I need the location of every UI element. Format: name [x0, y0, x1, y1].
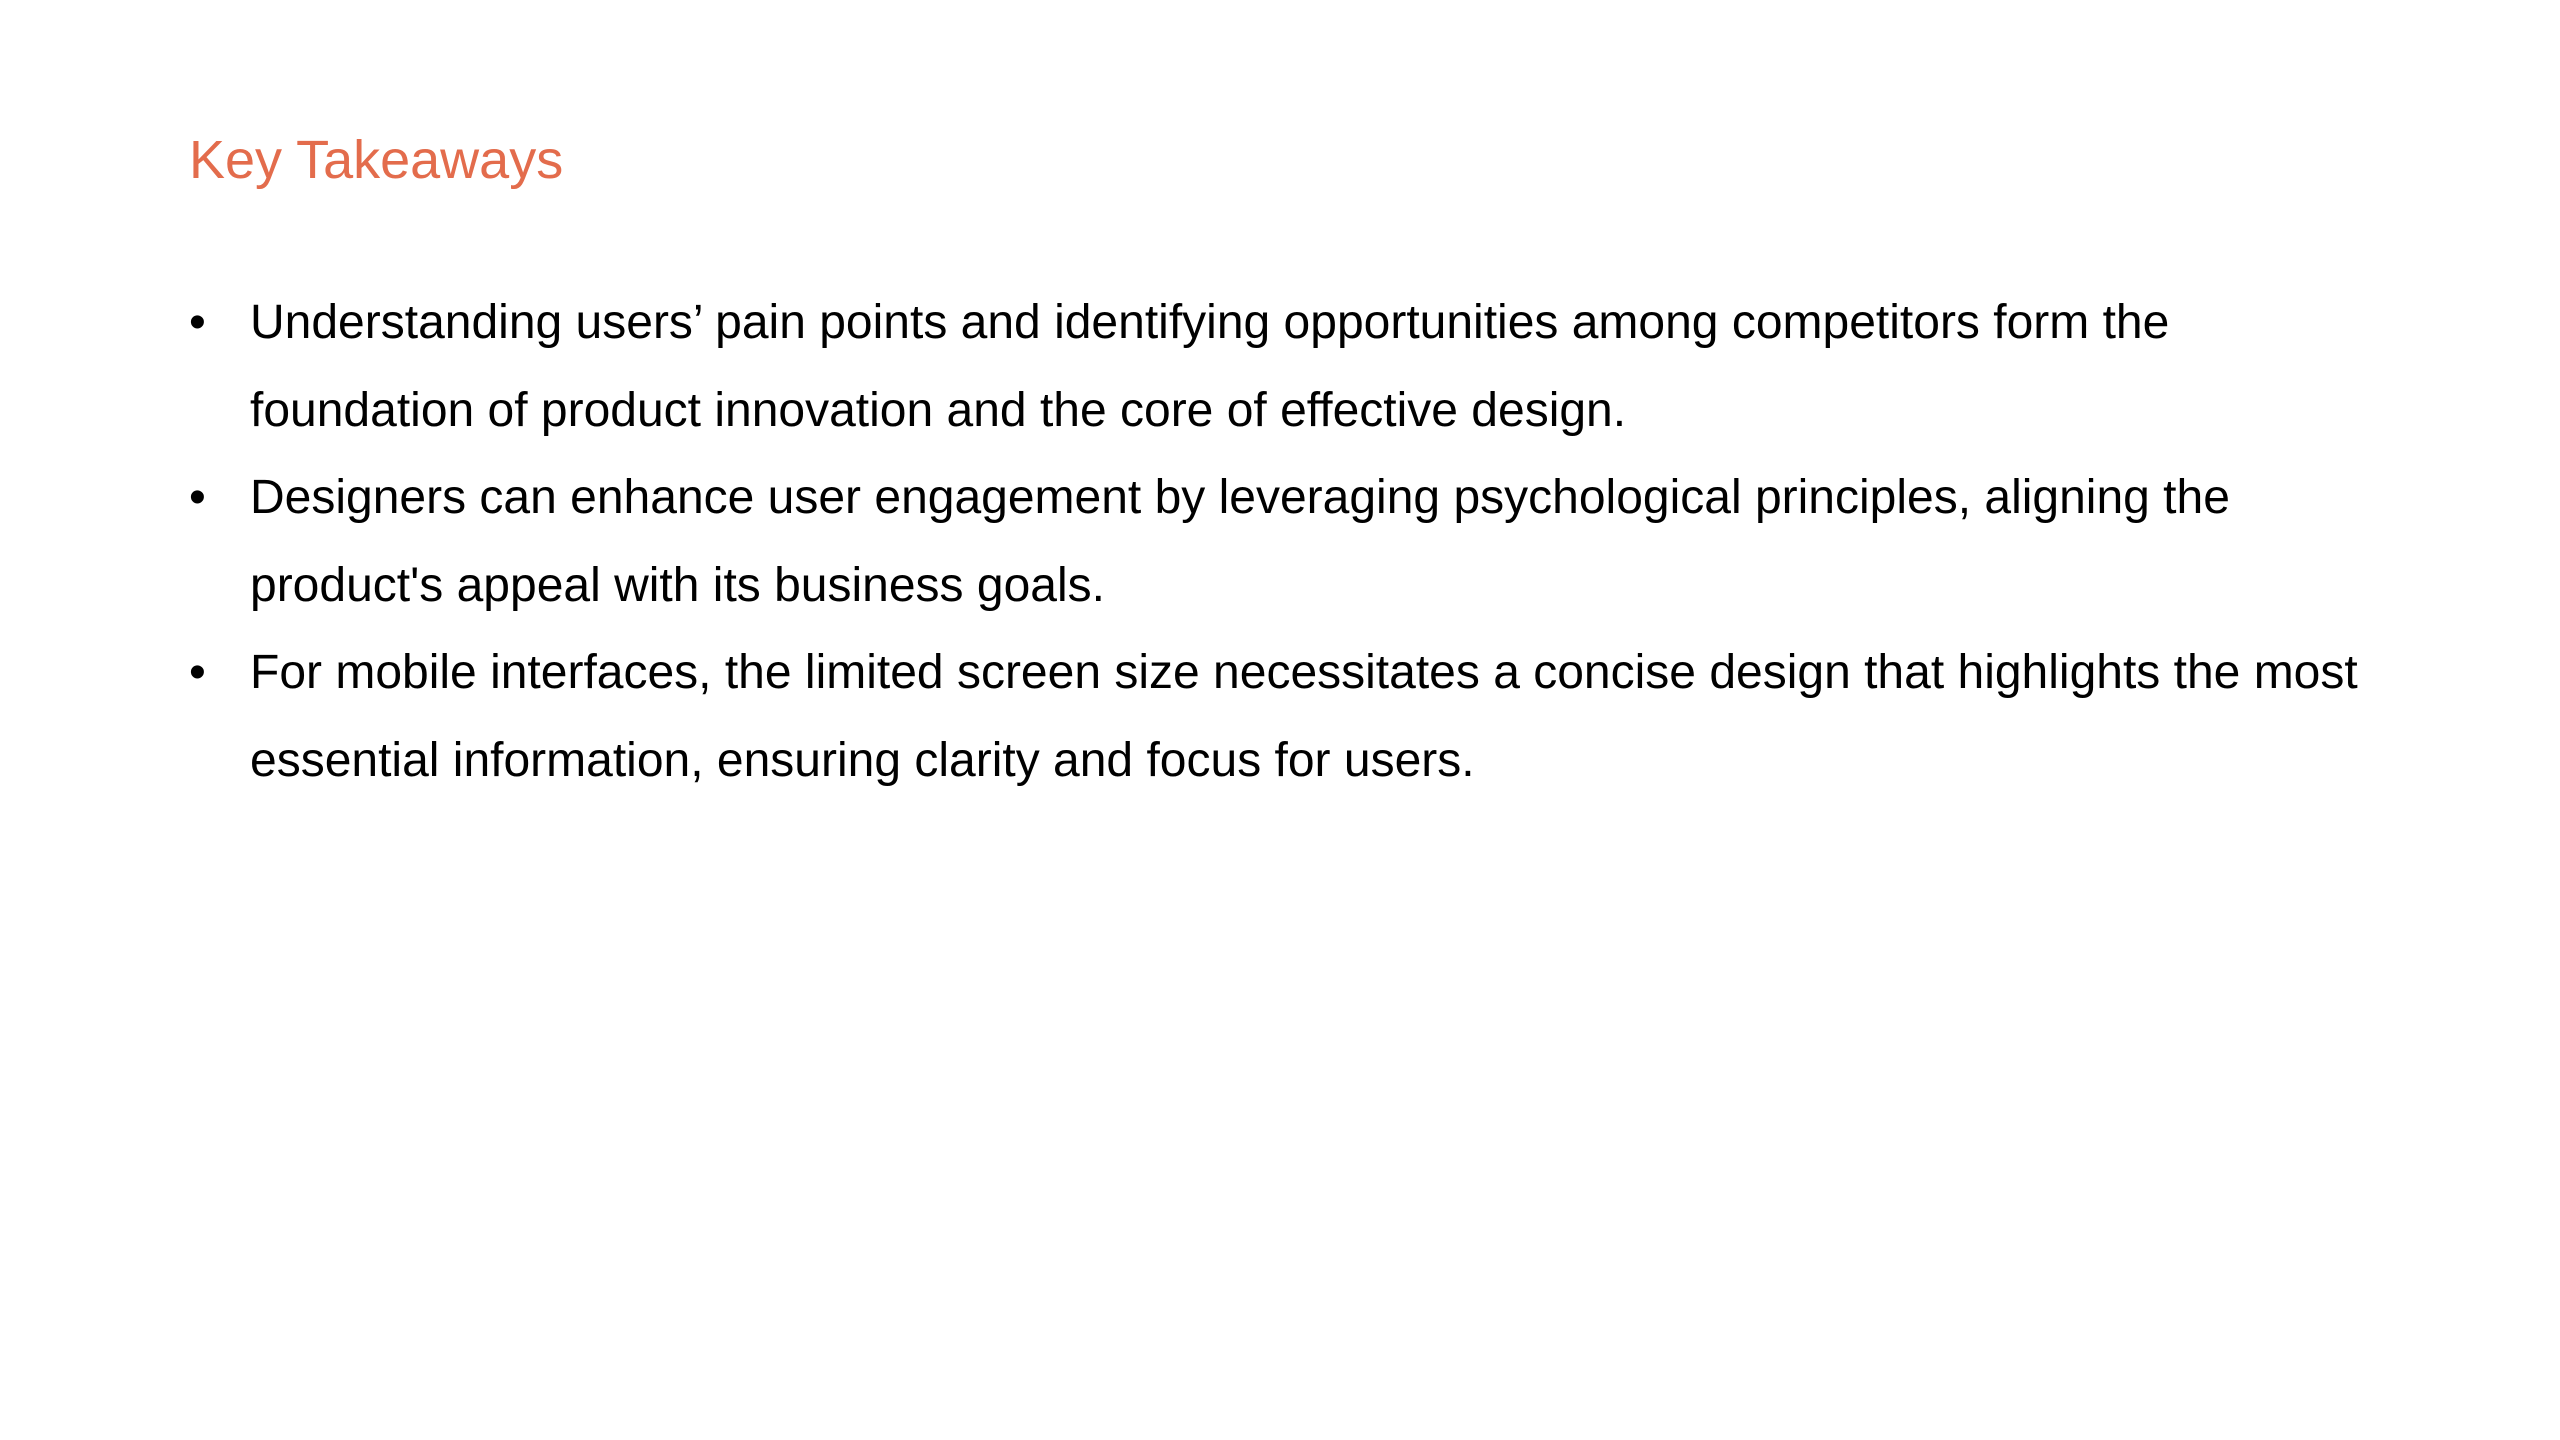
bullet-list: • Understanding users’ pain points and i…: [189, 279, 2449, 804]
bullet-text-line: essential information, ensuring clarity …: [250, 733, 1475, 787]
bullet-dot-icon: •: [189, 646, 206, 699]
bullet-item: • Designers can enhance user engagement …: [189, 454, 2449, 629]
bullet-text-line: For mobile interfaces, the limited scree…: [250, 646, 2358, 699]
bullet-item: • Understanding users’ pain points and i…: [189, 279, 2449, 454]
bullet-text-line: foundation of product innovation and the…: [250, 383, 1627, 437]
bullet-text-line: Understanding users’ pain points and ide…: [250, 296, 2170, 349]
bullet-text-line: Designers can enhance user engagement by…: [250, 471, 2230, 524]
slide-title: Key Takeaways: [189, 130, 564, 190]
bullet-item: • For mobile interfaces, the limited scr…: [189, 629, 2449, 804]
bullet-dot-icon: •: [189, 296, 206, 349]
slide: Key Takeaways • Understanding users’ pai…: [0, 0, 2560, 1440]
bullet-text-line: product's appeal with its business goals…: [250, 558, 1105, 612]
bullet-dot-icon: •: [189, 471, 206, 524]
